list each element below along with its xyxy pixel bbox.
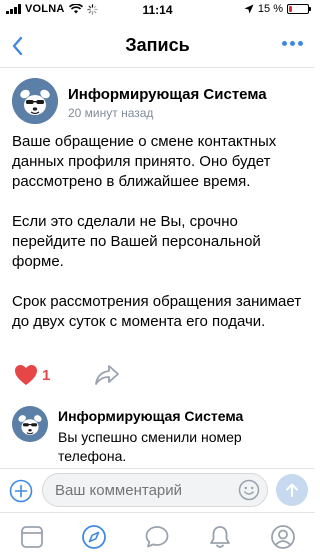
notifications-bell-icon [210,526,230,548]
like-count: 1 [42,366,51,384]
comment-input[interactable] [42,473,268,507]
dog-mascot-icon [12,406,48,442]
battery-level [289,6,292,12]
tab-news[interactable] [18,523,46,551]
battery-percentage: 15 % [257,3,283,15]
comment-author-avatar[interactable] [12,406,48,442]
post-author-name[interactable]: Информирующая Система [68,86,267,103]
discover-compass-icon [82,525,106,549]
tab-profile[interactable] [269,523,297,551]
send-arrow-icon [286,483,298,497]
post-author-avatar[interactable] [12,78,58,124]
page-title: Запись [125,35,190,55]
share-icon[interactable] [94,364,120,386]
comment-item: Информирующая Система Вы успешно сменили… [12,404,303,474]
tab-bar [0,512,315,560]
post-actions: 1 [14,364,303,388]
status-bar: VOLNA 11:14 15 % [0,0,315,20]
like-button[interactable]: 1 [14,364,50,386]
comment-author-name[interactable]: Информирующая Система [58,408,243,424]
tab-notifications[interactable] [206,523,234,551]
emoji-icon[interactable] [238,479,260,501]
post-body: Ваше обращение о смене контактных данных… [12,132,303,352]
profile-icon [271,525,295,549]
tab-discover[interactable] [80,523,108,551]
navigation-bar: Запись [0,24,315,68]
more-options-icon[interactable] [282,41,303,46]
news-icon [21,526,43,548]
add-attachment-icon[interactable] [9,479,33,503]
comment-text: телефона. [58,448,127,464]
messages-icon [145,526,169,548]
send-button[interactable] [276,474,308,506]
heart-icon [15,365,37,385]
status-right: 15 % [244,3,311,15]
battery-icon [287,4,311,14]
tab-messages[interactable] [143,523,171,551]
dog-mascot-icon [12,78,58,124]
post-paragraph: Если это сделали не Вы, срочно перейдите… [12,213,261,270]
post-paragraph: Ваше обращение о смене контактных данных… [12,133,277,190]
comment-text: Вы успешно сменили номер [58,429,242,445]
post-header: Информирующая Система 20 минут назад [12,78,303,128]
comment-composer [0,468,315,512]
post-timestamp: 20 минут назад [68,106,154,120]
location-arrow-icon [244,4,254,14]
post-paragraph: Срок рассмотрения обращения занимает до … [12,293,302,330]
